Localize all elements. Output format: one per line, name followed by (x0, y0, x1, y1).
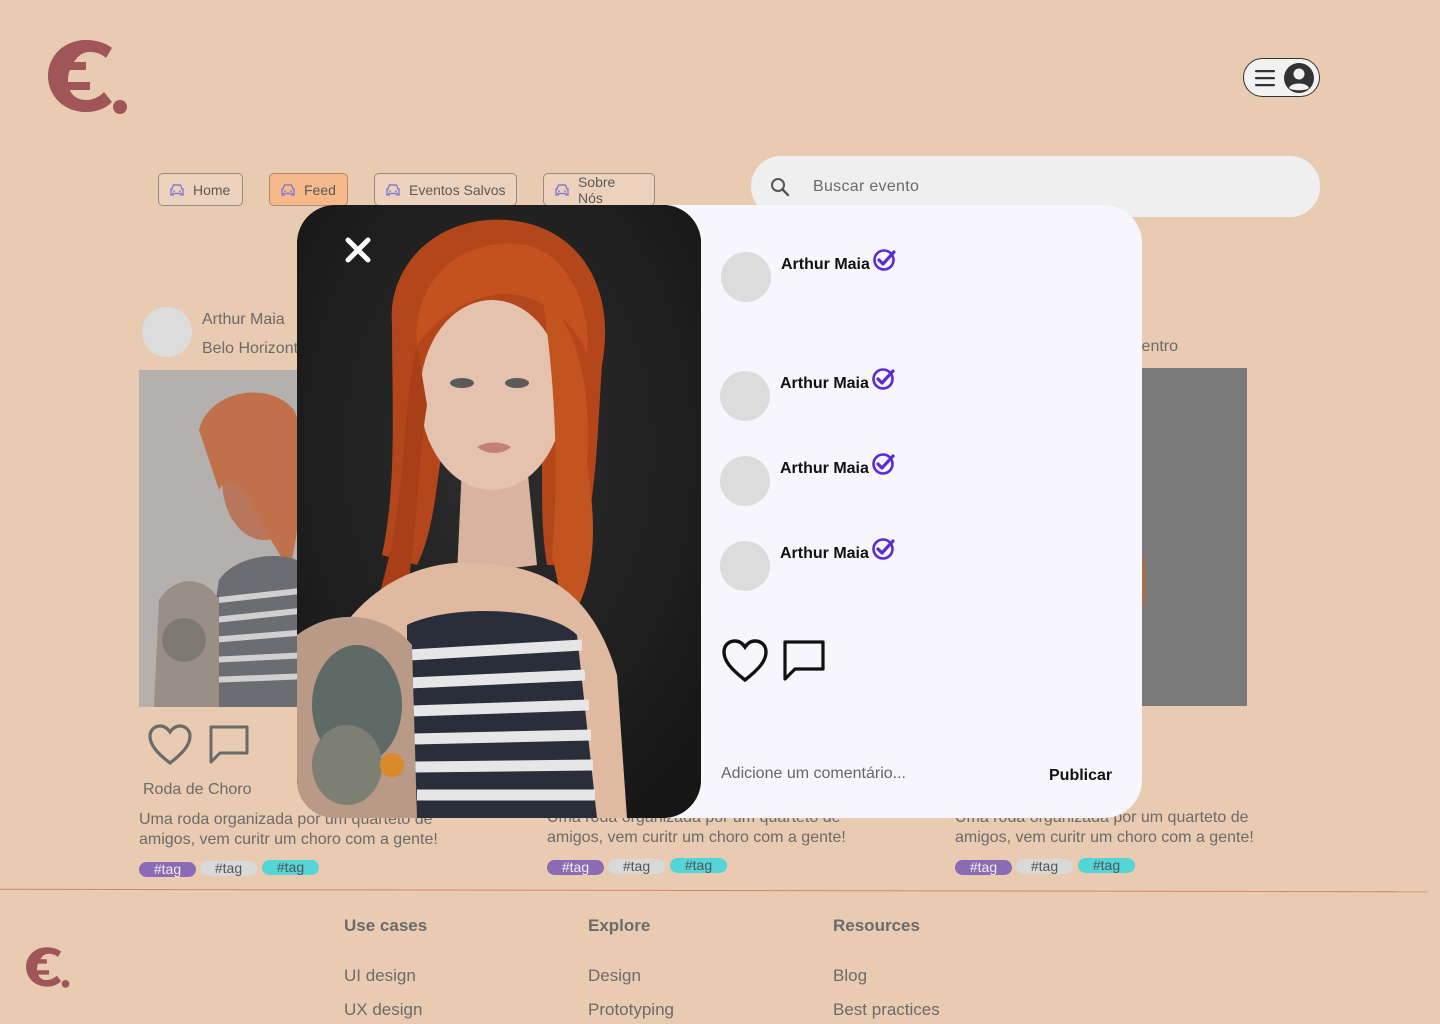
footer-heading-explore: Explore (588, 916, 651, 935)
publish-button[interactable]: Publicar (1049, 767, 1112, 785)
post-modal: Arthur Maia Arthur Maia Arthur Maia Arth… (297, 205, 1142, 818)
comment-author-name[interactable]: Arthur Maia (780, 545, 869, 563)
tag-chip[interactable]: #tag (139, 862, 196, 877)
account-menu-button[interactable] (1243, 58, 1320, 97)
card-author: Arthur Maia (202, 311, 285, 328)
car-icon (281, 183, 295, 196)
verified-badge-icon (872, 538, 895, 560)
comment-author-name[interactable]: Arthur Maia (780, 375, 869, 393)
comment-author-name[interactable]: Arthur Maia (780, 460, 869, 478)
avatar[interactable] (720, 541, 770, 591)
nav-about[interactable]: Sobre Nós (543, 173, 655, 206)
comment-icon[interactable] (208, 724, 250, 766)
footer-divider (0, 888, 1428, 893)
tag-chip[interactable]: #tag (670, 858, 727, 873)
nav-saved-events-label: Eventos Salvos (409, 181, 506, 198)
footer-link[interactable]: UX design (344, 1000, 422, 1020)
footer-link[interactable]: UI design (344, 966, 416, 986)
search-input[interactable] (813, 177, 1263, 196)
avatar (142, 307, 192, 357)
card-location: Belo Horizont (202, 340, 299, 357)
avatar[interactable] (721, 252, 771, 302)
avatar[interactable] (720, 456, 770, 506)
user-avatar-icon (1284, 62, 1314, 93)
comment-icon[interactable] (782, 639, 826, 683)
tag-chip[interactable]: #tag (262, 860, 319, 875)
post-author-name[interactable]: Arthur Maia (781, 256, 870, 274)
close-icon[interactable] (343, 235, 373, 265)
footer-link[interactable]: Best practices (833, 1000, 940, 1020)
footer-logo[interactable] (25, 946, 71, 990)
footer-link[interactable]: Design (588, 966, 641, 986)
nav-saved-events[interactable]: Eventos Salvos (374, 173, 517, 206)
search-icon (771, 177, 790, 196)
like-heart-icon[interactable] (147, 723, 193, 767)
nav-home-label: Home (193, 181, 231, 198)
nav-feed-label: Feed (304, 181, 336, 198)
post-photo (297, 205, 701, 818)
verified-badge-icon (872, 453, 895, 475)
tag-chip[interactable]: #tag (608, 859, 665, 874)
footer-heading-resources: Resources (833, 916, 920, 935)
hamburger-icon (1255, 69, 1275, 86)
tag-chip[interactable]: #tag (547, 860, 604, 875)
nav-home[interactable]: Home (158, 173, 243, 206)
car-icon (386, 183, 400, 196)
verified-badge-icon (872, 368, 895, 390)
tag-chip[interactable]: #tag (955, 860, 1012, 875)
footer-link[interactable]: Prototyping (588, 1000, 674, 1020)
tag-chip[interactable]: #tag (1078, 858, 1135, 873)
tag-chip[interactable]: #tag (1016, 859, 1073, 874)
like-heart-icon[interactable] (721, 638, 769, 684)
comment-input[interactable] (721, 765, 1021, 783)
event-image[interactable] (1140, 368, 1247, 706)
footer-link[interactable]: Blog (833, 966, 867, 986)
nav-feed[interactable]: Feed (269, 173, 348, 206)
brand-logo[interactable] (46, 38, 130, 118)
event-image[interactable] (139, 370, 309, 707)
verified-badge-icon (873, 249, 896, 271)
avatar[interactable] (720, 371, 770, 421)
car-icon (555, 183, 569, 196)
nav-about-label: Sobre Nós (577, 173, 616, 206)
footer-heading-use-cases: Use cases (344, 916, 428, 935)
tag-chip[interactable]: #tag (200, 861, 257, 876)
event-title: Roda de Choro (143, 781, 252, 798)
car-icon (170, 183, 184, 196)
